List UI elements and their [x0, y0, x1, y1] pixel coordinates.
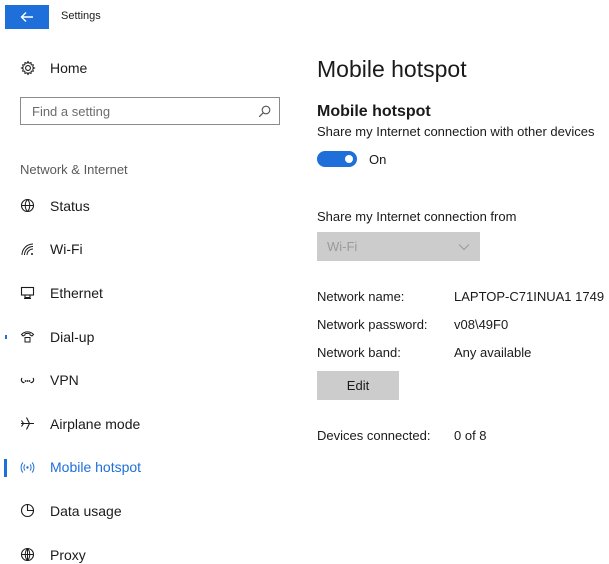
- sidebar-item-label: Mobile hotspot: [50, 459, 142, 476]
- sidebar-item-label: Proxy: [50, 546, 86, 563]
- network-name-label: Network name:: [317, 289, 405, 304]
- data-usage-icon: [20, 503, 35, 518]
- phone-icon: [20, 329, 35, 344]
- edit-button[interactable]: Edit: [317, 371, 399, 400]
- home-link[interactable]: Home: [20, 60, 87, 76]
- network-name-value: LAPTOP-C71INUA1 1749: [454, 289, 605, 304]
- globe-icon: [20, 547, 35, 562]
- sidebar-item-label: Dial-up: [50, 328, 95, 345]
- window-title: Settings: [61, 10, 101, 22]
- back-button[interactable]: [5, 5, 49, 29]
- sidebar-item-dial-up[interactable]: Dial-up: [0, 315, 300, 359]
- chevron-down-icon: [458, 238, 470, 256]
- sidebar-item-label: Ethernet: [50, 284, 103, 301]
- home-label: Home: [50, 60, 88, 76]
- devices-connected-value: 0 of 8: [454, 428, 487, 443]
- focus-marker: [5, 334, 7, 339]
- airplane-icon: [20, 416, 35, 431]
- toggle-state-label: On: [369, 152, 387, 167]
- hotspot-icon: [20, 460, 35, 475]
- sidebar-item-status[interactable]: Status: [0, 184, 300, 228]
- vpn-icon: [20, 373, 35, 388]
- sidebar-item-label: Status: [50, 197, 90, 214]
- active-indicator: [4, 458, 7, 477]
- sidebar-item-label: Data usage: [50, 502, 122, 519]
- section-title: Mobile hotspot: [317, 103, 431, 120]
- network-band-label: Network band:: [317, 345, 401, 360]
- sidebar-item-proxy[interactable]: Proxy: [0, 533, 300, 564]
- sidebar-item-vpn[interactable]: VPN: [0, 358, 300, 402]
- sidebar-item-label: Airplane mode: [50, 415, 141, 432]
- sidebar-item-data-usage[interactable]: Data usage: [0, 489, 300, 533]
- arrow-left-icon: [20, 12, 33, 22]
- sidebar-item-label: Wi-Fi: [50, 241, 83, 258]
- ethernet-icon: [20, 285, 35, 300]
- network-band-value: Any available: [454, 345, 532, 360]
- wifi-icon: [20, 242, 35, 257]
- globe-icon: [20, 198, 35, 213]
- search-input[interactable]: [32, 103, 242, 119]
- page-title: Mobile hotspot: [317, 56, 467, 82]
- gear-icon: [20, 60, 36, 76]
- section-label: Network & Internet: [20, 162, 128, 177]
- sidebar: Home Network & Internet Status Wi-Fi: [0, 34, 300, 564]
- share-from-select[interactable]: Wi-Fi: [317, 232, 480, 261]
- nav-list: Status Wi-Fi Ethernet Dial-up VPN Airpla…: [0, 184, 300, 564]
- network-password-value: v08\49F0: [454, 317, 509, 332]
- toggle-knob: [345, 155, 353, 163]
- sidebar-item-mobile-hotspot[interactable]: Mobile hotspot: [0, 446, 300, 490]
- search-box[interactable]: [20, 97, 280, 125]
- sidebar-item-label: VPN: [50, 372, 79, 389]
- sidebar-item-wifi[interactable]: Wi-Fi: [0, 228, 300, 272]
- network-password-label: Network password:: [317, 317, 428, 332]
- sidebar-item-ethernet[interactable]: Ethernet: [0, 271, 300, 315]
- search-icon[interactable]: [258, 105, 271, 118]
- sidebar-item-airplane-mode[interactable]: Airplane mode: [0, 402, 300, 446]
- share-description: Share my Internet connection with other …: [317, 124, 595, 139]
- devices-connected-label: Devices connected:: [317, 428, 431, 443]
- main-content: Mobile hotspot Mobile hotspot Share my I…: [317, 0, 609, 564]
- share-from-label: Share my Internet connection from: [317, 209, 517, 224]
- share-from-value: Wi-Fi: [327, 239, 358, 254]
- hotspot-toggle[interactable]: [317, 151, 357, 167]
